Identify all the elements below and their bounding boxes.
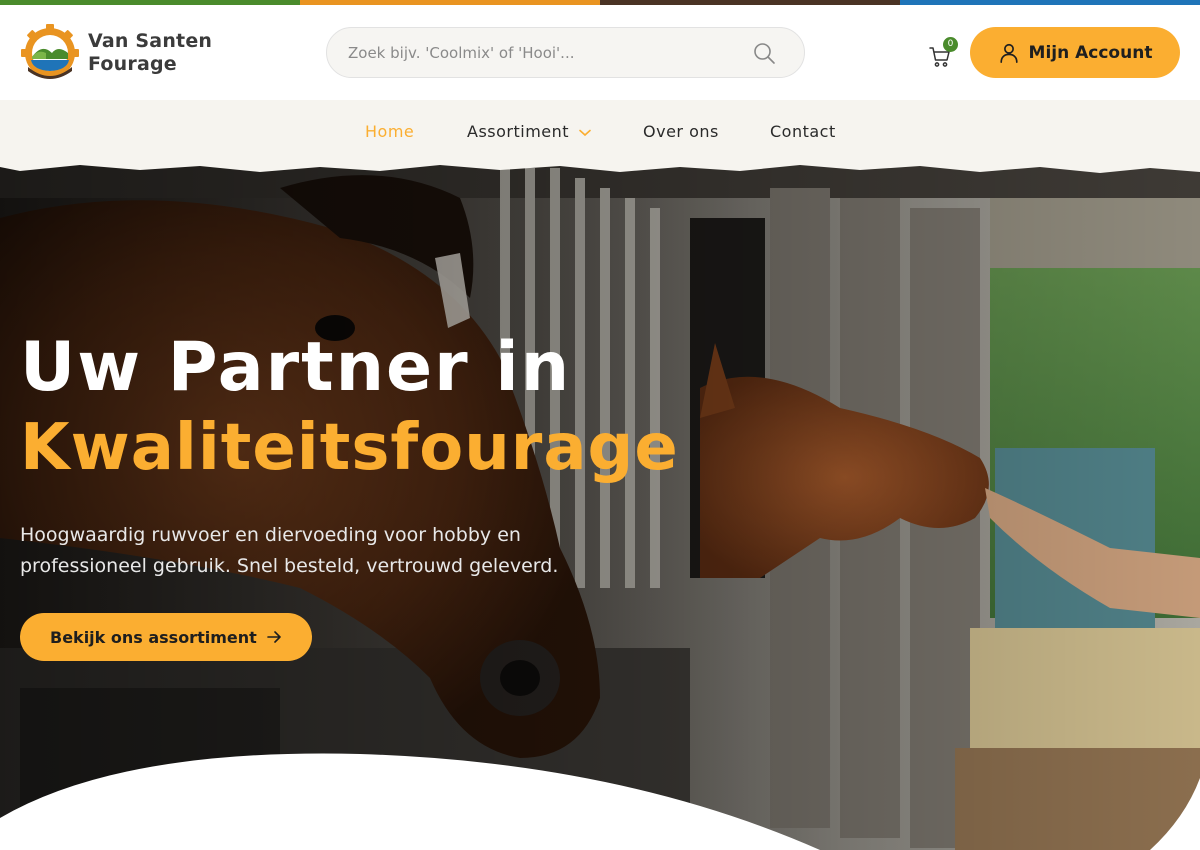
arrow-right-icon — [266, 631, 281, 643]
nav-item-over-ons[interactable]: Over ons — [643, 122, 719, 141]
view-assortment-label: Bekijk ons assortiment — [50, 627, 257, 647]
hero-subtitle: Hoogwaardig ruwvoer en diervoeding voor … — [20, 524, 559, 577]
my-account-button[interactable]: Mijn Account — [970, 27, 1180, 78]
hero-section: Uw Partner in Kwaliteitsfourage Hoogwaar… — [0, 158, 1200, 850]
site-header: Van Santen Fourage 0 Mijn Account — [0, 5, 1200, 100]
nav-item-assortiment-label: Assortiment — [467, 122, 570, 141]
search-icon[interactable] — [752, 41, 776, 65]
logo-line-2: Fourage — [88, 53, 177, 75]
nav-item-assortiment[interactable]: Assortiment — [467, 122, 591, 141]
logo-line-1: Van Santen — [88, 30, 213, 52]
cart-count-badge: 0 — [943, 37, 958, 52]
logo-link[interactable]: Van Santen Fourage — [20, 23, 220, 83]
logo-wordmark: Van Santen Fourage — [88, 30, 212, 76]
nav-item-contact[interactable]: Contact — [770, 122, 836, 141]
search-bar — [326, 27, 805, 78]
my-account-label: Mijn Account — [1028, 42, 1153, 63]
search-input[interactable] — [327, 28, 752, 77]
view-assortment-button[interactable]: Bekijk ons assortiment — [20, 613, 312, 661]
gear-landscape-logo-icon — [21, 24, 79, 79]
user-icon — [999, 43, 1018, 63]
hero-title-line-2: Kwaliteitsfourage — [20, 411, 679, 485]
hero-content: Uw Partner in Kwaliteitsfourage Hoogwaar… — [20, 328, 720, 661]
nav-item-home[interactable]: Home — [365, 122, 414, 141]
cart-button[interactable]: 0 — [928, 37, 958, 69]
chevron-down-icon — [578, 129, 591, 136]
hero-title-line-1: Uw Partner in — [20, 328, 572, 407]
